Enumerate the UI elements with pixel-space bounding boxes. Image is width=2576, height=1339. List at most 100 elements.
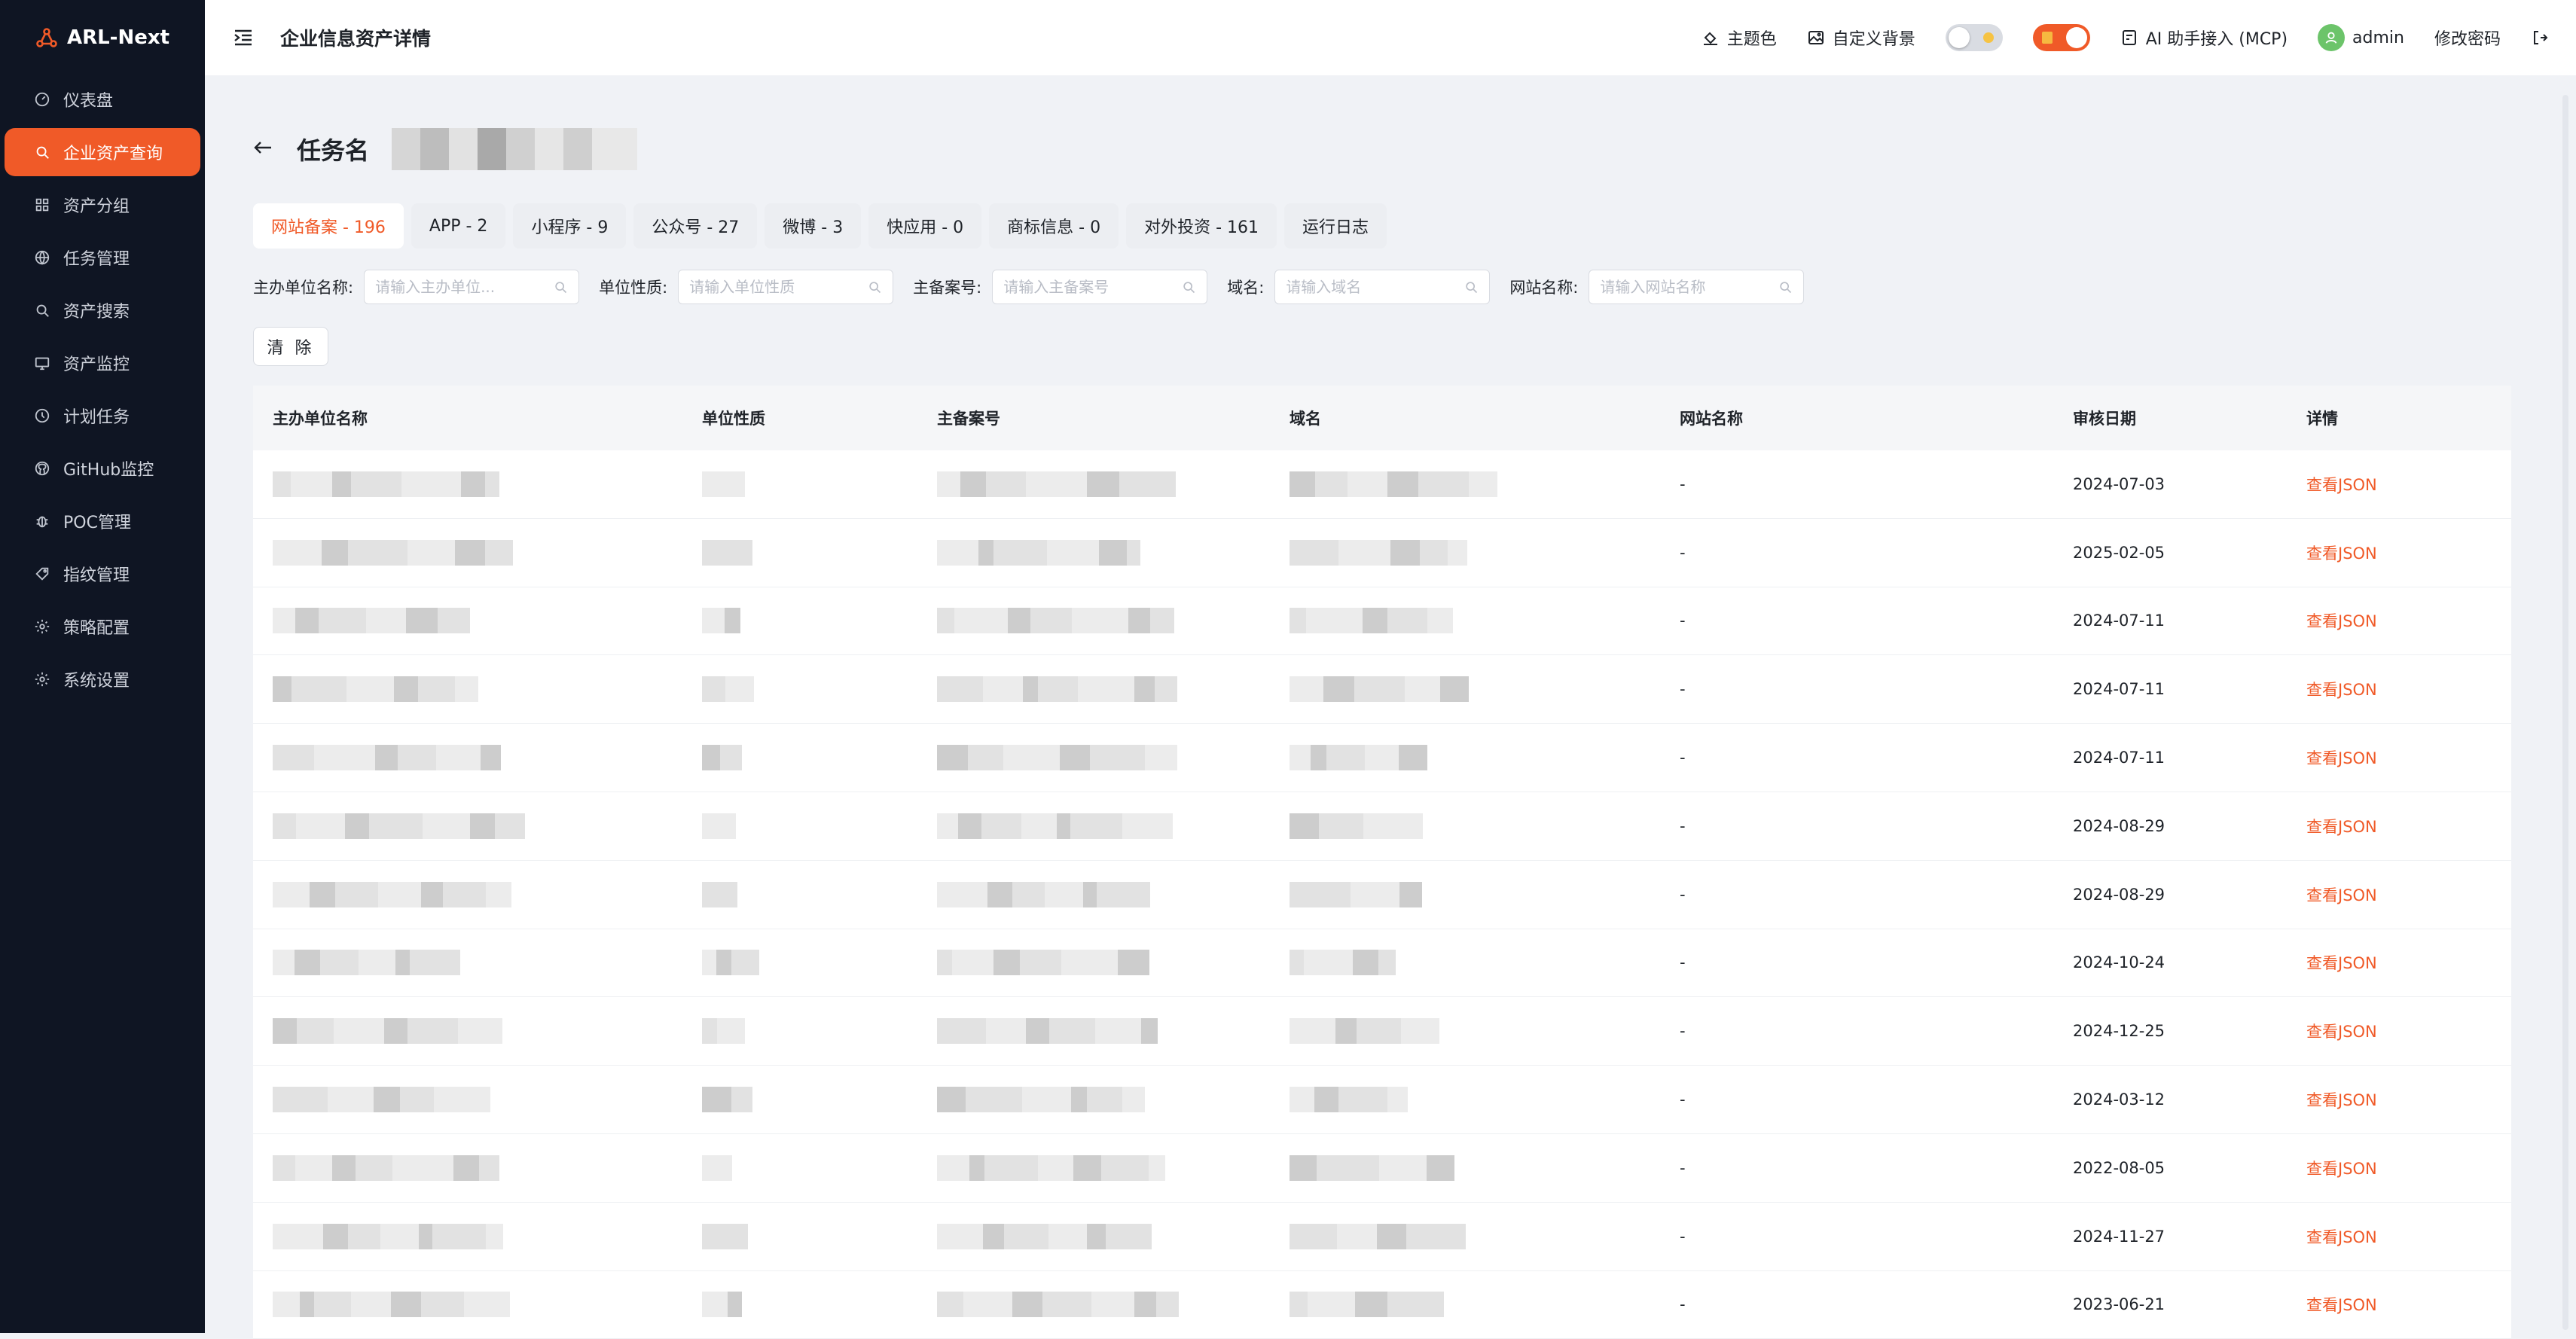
filter-input-4[interactable]	[1589, 270, 1804, 304]
sidebar-item-10[interactable]: 策略配置	[5, 602, 200, 651]
tag-icon	[33, 565, 51, 583]
filter-input-1[interactable]	[678, 270, 893, 304]
filter-field[interactable]	[1600, 278, 1778, 296]
filter-group: 网站名称:	[1509, 270, 1804, 304]
sidebar-item-7[interactable]: GitHub监控	[5, 444, 200, 493]
tab-7[interactable]: 对外投资 - 161	[1126, 203, 1277, 249]
grid-icon	[33, 196, 51, 214]
theme-color-label: 主题色	[1727, 26, 1777, 50]
menu-collapse-icon[interactable]	[232, 26, 255, 49]
filter-label: 主备案号:	[913, 276, 981, 298]
sidebar-item-label: 任务管理	[63, 246, 130, 270]
view-json-link[interactable]: 查看JSON	[2306, 612, 2377, 630]
cell-site-name: -	[1660, 475, 2053, 493]
view-json-link[interactable]: 查看JSON	[2306, 1091, 2377, 1109]
redacted-value	[702, 676, 917, 702]
sidebar-item-4[interactable]: 资产搜索	[5, 286, 200, 334]
filter-field[interactable]	[689, 278, 867, 296]
sidebar-item-11[interactable]: 系统设置	[5, 655, 200, 703]
filter-field[interactable]	[1003, 278, 1181, 296]
cell-record-no	[917, 1155, 1270, 1181]
sidebar-item-2[interactable]: 资产分组	[5, 181, 200, 229]
cell-site-name: -	[1660, 749, 2053, 767]
search-icon	[553, 279, 568, 294]
filter-group: 主办单位名称:	[253, 270, 579, 304]
cell-detail: 查看JSON	[2287, 678, 2511, 700]
search-icon	[1181, 279, 1196, 294]
filter-field[interactable]	[375, 278, 553, 296]
tab-8[interactable]: 运行日志	[1284, 203, 1387, 249]
dark-mode-toggle[interactable]	[1946, 24, 2003, 51]
back-arrow-icon[interactable]	[252, 136, 274, 162]
tab-2[interactable]: 小程序 - 9	[513, 203, 626, 249]
cell-org-type	[682, 1224, 917, 1249]
cell-audit-date: 2023-06-21	[2053, 1295, 2287, 1313]
table-row: -2024-12-25查看JSON	[253, 997, 2511, 1066]
feature-toggle[interactable]	[2033, 24, 2090, 51]
tab-0[interactable]: 网站备案 - 196	[253, 203, 404, 249]
redacted-value	[273, 1018, 682, 1044]
sidebar-item-label: 资产分组	[63, 193, 130, 217]
filter-input-2[interactable]	[992, 270, 1207, 304]
sidebar-item-3[interactable]: 任务管理	[5, 233, 200, 282]
cell-site-name: -	[1660, 680, 2053, 698]
view-json-link[interactable]: 查看JSON	[2306, 1228, 2377, 1246]
sidebar-item-8[interactable]: POC管理	[5, 497, 200, 545]
cell-audit-date: 2024-08-29	[2053, 817, 2287, 835]
tab-3[interactable]: 公众号 - 27	[633, 203, 757, 249]
tab-5[interactable]: 快应用 - 0	[868, 203, 981, 249]
theme-color-button[interactable]: 主题色	[1702, 26, 1777, 50]
tab-1[interactable]: APP - 2	[411, 203, 506, 249]
redacted-value	[702, 950, 917, 975]
sidebar-item-6[interactable]: 计划任务	[5, 392, 200, 440]
cell-org-type	[682, 540, 917, 566]
view-json-link[interactable]: 查看JSON	[2306, 476, 2377, 494]
redacted-value	[273, 813, 682, 839]
sidebar-item-1[interactable]: 企业资产查询	[5, 128, 200, 176]
redacted-value	[1290, 950, 1660, 975]
view-json-link[interactable]: 查看JSON	[2306, 749, 2377, 767]
filter-input-0[interactable]	[364, 270, 579, 304]
redacted-value	[1290, 1224, 1660, 1249]
filter-input-3[interactable]	[1274, 270, 1490, 304]
user-menu[interactable]: admin	[2318, 24, 2404, 51]
custom-background-button[interactable]: 自定义背景	[1807, 26, 1915, 50]
cell-site-name: -	[1660, 886, 2053, 904]
custom-background-label: 自定义背景	[1833, 26, 1915, 50]
view-json-link[interactable]: 查看JSON	[2306, 681, 2377, 699]
redacted-value	[702, 1224, 917, 1249]
view-json-link[interactable]: 查看JSON	[2306, 818, 2377, 836]
cell-organizer	[253, 471, 682, 497]
ai-mcp-button[interactable]: AI 助手接入 (MCP)	[2120, 26, 2288, 50]
redacted-value	[937, 813, 1270, 839]
user-icon	[2323, 29, 2339, 46]
app-logo[interactable]: ARL-Next	[0, 0, 205, 75]
cell-site-name: -	[1660, 953, 2053, 971]
column-header: 主办单位名称	[253, 407, 682, 429]
logout-button[interactable]	[2531, 29, 2549, 47]
view-json-link[interactable]: 查看JSON	[2306, 1160, 2377, 1178]
view-json-link[interactable]: 查看JSON	[2306, 544, 2377, 563]
tab-6[interactable]: 商标信息 - 0	[989, 203, 1119, 249]
clear-button[interactable]: 清 除	[253, 327, 328, 366]
tab-4[interactable]: 微博 - 3	[765, 203, 861, 249]
table-row: -2024-03-12查看JSON	[253, 1066, 2511, 1134]
cell-organizer	[253, 676, 682, 702]
filter-field[interactable]	[1286, 278, 1463, 296]
cell-detail: 查看JSON	[2287, 1293, 2511, 1316]
redacted-value	[937, 1224, 1270, 1249]
vertical-scrollbar[interactable]	[2562, 95, 2568, 1330]
sidebar-item-0[interactable]: 仪表盘	[5, 75, 200, 124]
sidebar-item-5[interactable]: 资产监控	[5, 339, 200, 387]
redacted-value	[1290, 882, 1660, 907]
view-json-link[interactable]: 查看JSON	[2306, 886, 2377, 904]
change-password-link[interactable]: 修改密码	[2434, 26, 2501, 50]
view-json-link[interactable]: 查看JSON	[2306, 1023, 2377, 1041]
cell-record-no	[917, 1087, 1270, 1112]
sidebar-item-9[interactable]: 指纹管理	[5, 550, 200, 598]
redacted-value	[702, 745, 917, 770]
search-icon	[33, 143, 51, 161]
view-json-link[interactable]: 查看JSON	[2306, 954, 2377, 972]
view-json-link[interactable]: 查看JSON	[2306, 1296, 2377, 1314]
redacted-value	[937, 471, 1270, 497]
